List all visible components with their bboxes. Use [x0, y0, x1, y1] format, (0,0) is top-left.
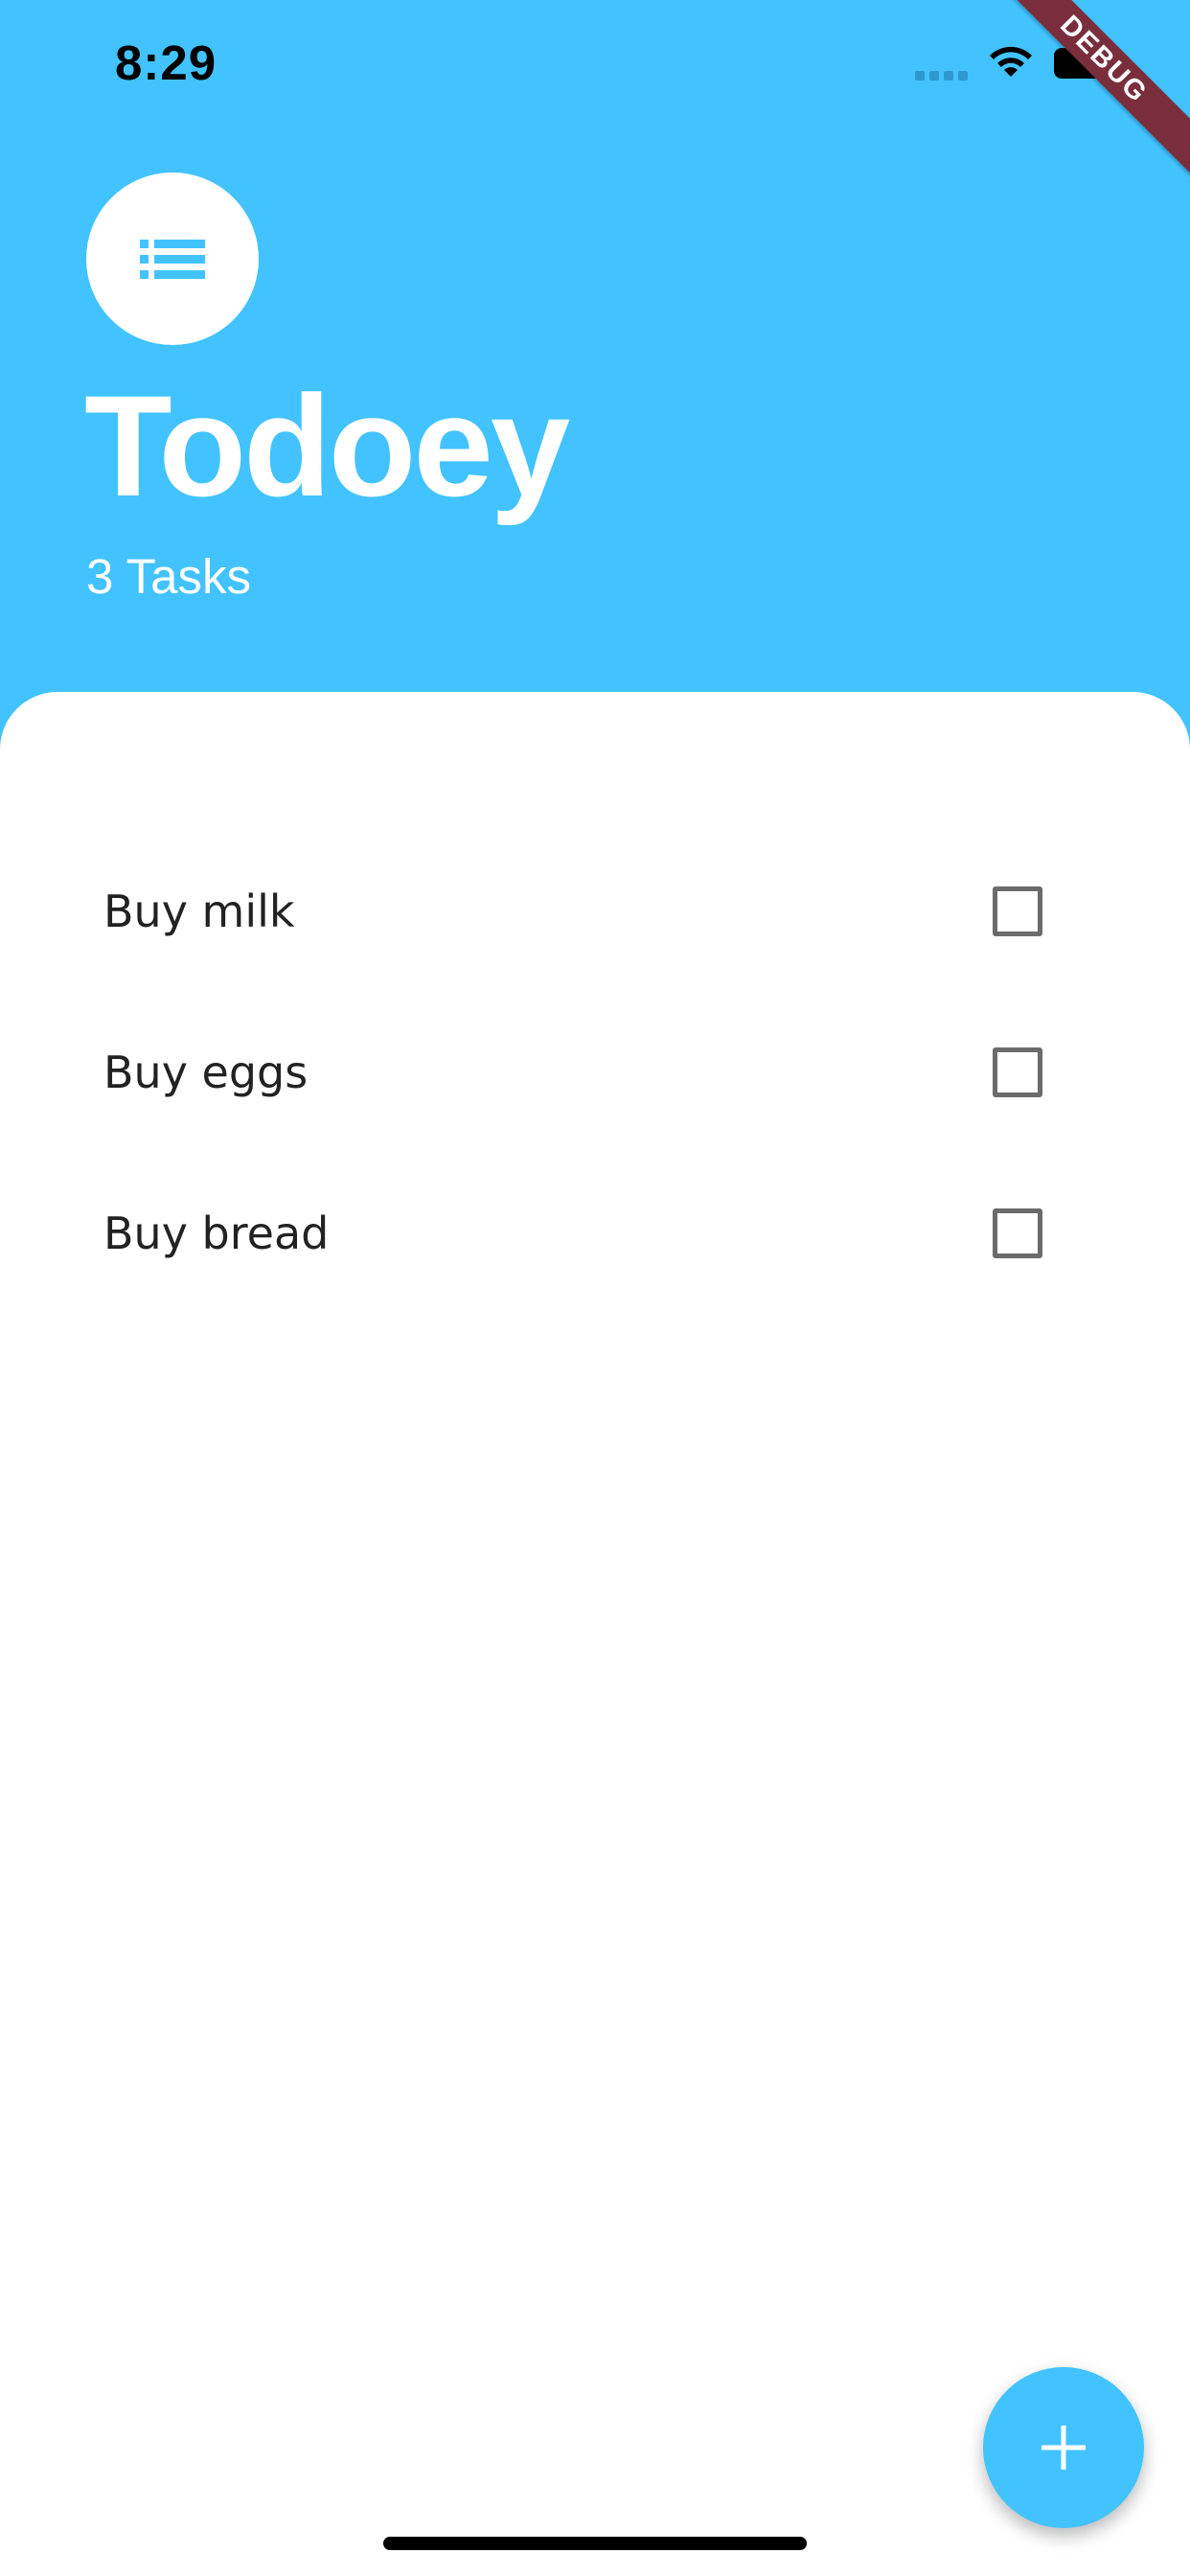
task-item[interactable]: Buy bread	[0, 1153, 1190, 1314]
status-bar: 8:29	[0, 0, 1190, 126]
task-checkbox[interactable]	[993, 886, 1042, 936]
logo-avatar	[86, 172, 259, 345]
signal-icon	[915, 71, 971, 80]
task-item[interactable]: Buy milk	[0, 831, 1190, 992]
task-checkbox[interactable]	[993, 1208, 1042, 1258]
task-label: Buy milk	[103, 886, 295, 937]
task-list: Buy milk Buy eggs Buy bread	[0, 831, 1190, 1314]
task-count: 3 Tasks	[86, 549, 251, 604]
task-sheet: Buy milk Buy eggs Buy bread	[0, 692, 1190, 2576]
header: Todoey 3 Tasks	[0, 126, 1190, 692]
task-label: Buy bread	[103, 1208, 330, 1259]
app-title: Todoey	[84, 365, 570, 526]
home-indicator[interactable]	[383, 2537, 807, 2550]
task-label: Buy eggs	[103, 1046, 309, 1098]
status-time: 8:29	[115, 35, 217, 90]
plus-icon	[1041, 2426, 1086, 2470]
wifi-icon	[990, 46, 1032, 77]
list-icon	[140, 240, 205, 279]
task-item[interactable]: Buy eggs	[0, 992, 1190, 1153]
task-checkbox[interactable]	[993, 1047, 1042, 1097]
add-task-button[interactable]	[983, 2367, 1144, 2528]
